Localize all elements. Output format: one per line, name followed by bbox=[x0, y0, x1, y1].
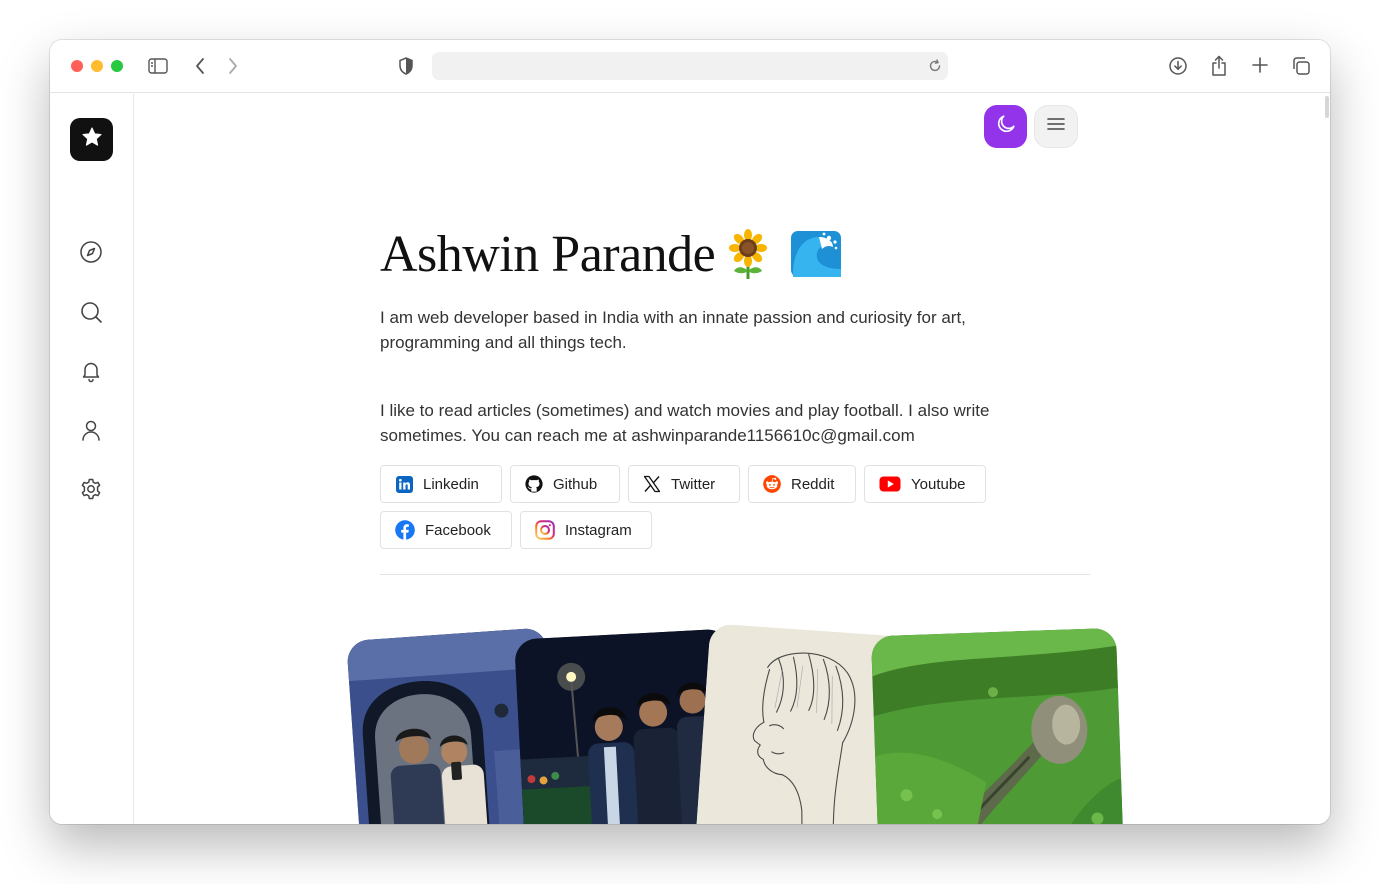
minimize-window-button[interactable] bbox=[91, 60, 103, 72]
twitter-button[interactable]: Twitter bbox=[628, 465, 740, 503]
reddit-button[interactable]: Reddit bbox=[748, 465, 856, 503]
social-label: Twitter bbox=[671, 475, 716, 493]
linkedin-button[interactable]: Linkedin bbox=[380, 465, 502, 503]
search-icon[interactable] bbox=[79, 300, 103, 324]
youtube-icon bbox=[879, 475, 901, 493]
shield-icon[interactable] bbox=[398, 57, 414, 75]
theme-toggle-button[interactable] bbox=[984, 105, 1027, 148]
social-label: Github bbox=[553, 475, 598, 493]
close-window-button[interactable] bbox=[71, 60, 83, 72]
facebook-icon bbox=[395, 520, 415, 540]
scrollbar-thumb[interactable] bbox=[1325, 96, 1329, 118]
share-icon[interactable] bbox=[1210, 55, 1228, 77]
instagram-icon bbox=[535, 520, 555, 540]
reload-icon[interactable] bbox=[928, 59, 942, 78]
section-divider bbox=[380, 574, 1090, 575]
new-tab-icon[interactable] bbox=[1251, 56, 1269, 74]
back-icon[interactable] bbox=[194, 57, 206, 75]
menu-button[interactable] bbox=[1034, 105, 1078, 148]
social-label: Youtube bbox=[911, 475, 966, 493]
github-button[interactable]: Github bbox=[510, 465, 620, 503]
bio-paragraph-contact: I like to read articles (sometimes) and … bbox=[380, 401, 990, 445]
user-icon[interactable] bbox=[79, 418, 103, 442]
social-label: Instagram bbox=[565, 521, 632, 539]
social-label: Reddit bbox=[791, 475, 835, 493]
photo-gallery bbox=[340, 623, 1140, 824]
bio-paragraph: I am web developer based in India with a… bbox=[380, 308, 966, 352]
x-icon bbox=[643, 475, 661, 493]
facebook-button[interactable]: Facebook bbox=[380, 511, 512, 549]
github-icon bbox=[525, 475, 543, 493]
photo-green-landscape[interactable] bbox=[870, 627, 1125, 824]
browser-window: Ashwin Parande I am web developer based … bbox=[50, 40, 1330, 824]
moon-icon bbox=[995, 113, 1017, 140]
youtube-button[interactable]: Youtube bbox=[864, 465, 986, 503]
page-title: Ashwin Parande bbox=[380, 225, 716, 283]
reddit-icon bbox=[763, 475, 781, 493]
address-bar[interactable] bbox=[432, 52, 948, 80]
hamburger-icon bbox=[1047, 117, 1065, 136]
bell-icon[interactable] bbox=[79, 359, 103, 383]
social-label: Linkedin bbox=[423, 475, 479, 493]
tabs-overview-icon[interactable] bbox=[1291, 56, 1311, 76]
instagram-button[interactable]: Instagram bbox=[520, 511, 652, 549]
sunflower-emoji bbox=[727, 229, 769, 279]
download-icon[interactable] bbox=[1168, 56, 1188, 76]
compass-icon[interactable] bbox=[79, 240, 103, 264]
star-icon bbox=[81, 126, 103, 153]
sidebar bbox=[50, 94, 134, 824]
browser-toolbar bbox=[50, 40, 1330, 93]
social-label: Facebook bbox=[425, 521, 491, 539]
gear-icon[interactable] bbox=[79, 477, 103, 501]
forward-icon[interactable] bbox=[227, 57, 239, 75]
zoom-window-button[interactable] bbox=[111, 60, 123, 72]
hero-heading: Ashwin Parande bbox=[380, 224, 843, 284]
linkedin-icon bbox=[395, 475, 413, 493]
logo-button[interactable] bbox=[70, 118, 113, 161]
wave-emoji bbox=[789, 229, 843, 279]
sidebar-toggle-icon[interactable] bbox=[148, 57, 168, 75]
